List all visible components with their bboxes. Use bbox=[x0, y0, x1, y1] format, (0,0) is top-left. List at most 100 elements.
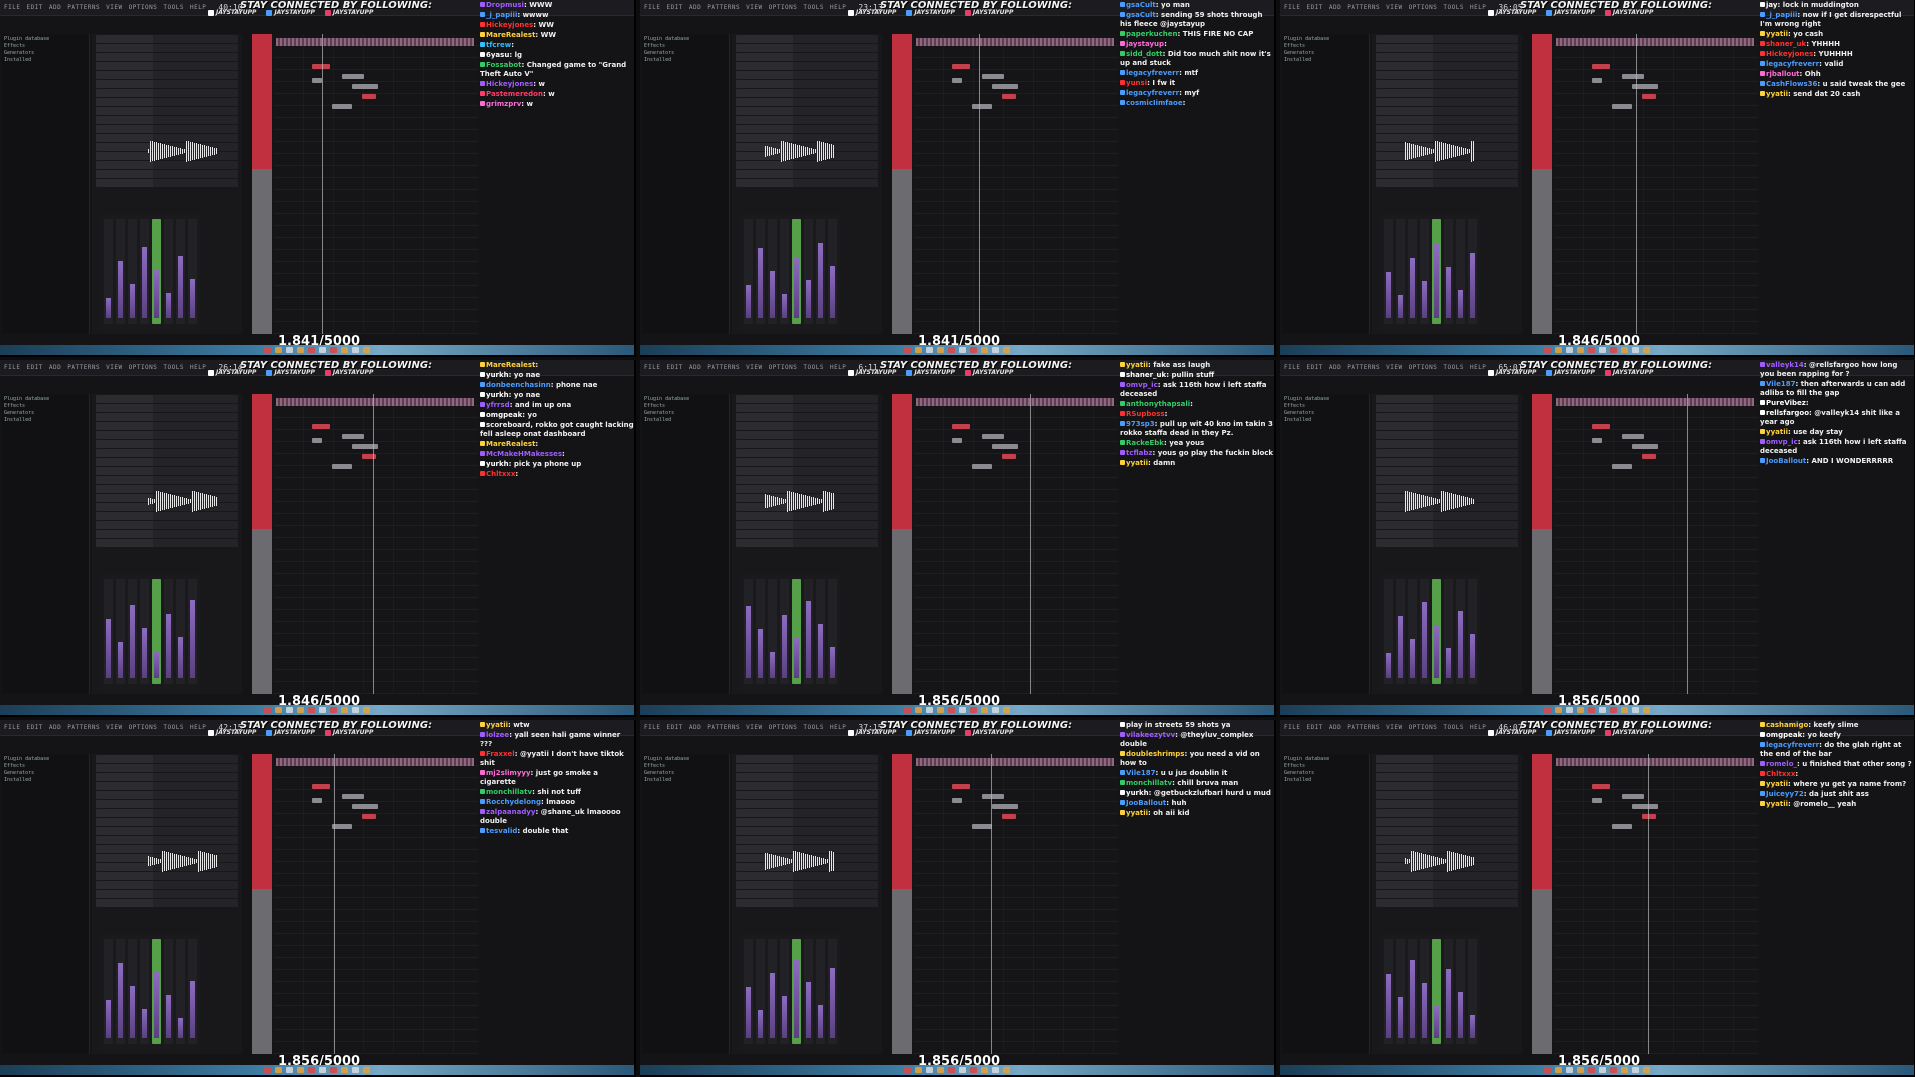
mixer-strip[interactable] bbox=[768, 579, 777, 684]
mixer-strip[interactable] bbox=[1408, 579, 1417, 684]
menu-item-file[interactable]: FILE bbox=[4, 4, 20, 11]
taskbar-app-icon[interactable] bbox=[1610, 1067, 1617, 1073]
menu-item-patterns[interactable]: PATTERNS bbox=[707, 4, 740, 11]
taskbar-app-icon[interactable] bbox=[937, 1067, 944, 1073]
channel-row[interactable] bbox=[736, 395, 878, 403]
channel-row[interactable] bbox=[736, 467, 878, 475]
browser-item[interactable]: Installed bbox=[4, 57, 87, 63]
taskbar-app-icon[interactable] bbox=[1643, 1067, 1650, 1073]
menu-item-patterns[interactable]: PATTERNS bbox=[1347, 4, 1380, 11]
menu-item-add[interactable]: ADD bbox=[1329, 364, 1341, 371]
menu-item-edit[interactable]: EDIT bbox=[666, 364, 682, 371]
browser-item[interactable]: Plugin database bbox=[4, 36, 87, 42]
taskbar-app-icon[interactable] bbox=[1566, 1067, 1573, 1073]
channel-row[interactable] bbox=[1376, 116, 1518, 124]
browser-item[interactable]: Effects bbox=[644, 763, 727, 769]
menu-item-edit[interactable]: EDIT bbox=[1306, 364, 1322, 371]
menu-item-options[interactable]: OPTIONS bbox=[769, 724, 798, 731]
menu-item-tools[interactable]: TOOLS bbox=[1443, 4, 1464, 11]
menu-item-edit[interactable]: EDIT bbox=[1306, 724, 1322, 731]
taskbar-app-icon[interactable] bbox=[1588, 707, 1595, 713]
taskbar-app-icon[interactable] bbox=[948, 347, 955, 353]
browser-item[interactable]: Generators bbox=[4, 410, 87, 416]
channel-row[interactable] bbox=[1376, 422, 1518, 430]
channel-row[interactable] bbox=[736, 881, 878, 889]
mixer-strip[interactable] bbox=[744, 939, 753, 1044]
channel-row[interactable] bbox=[736, 116, 878, 124]
audio-clip[interactable] bbox=[916, 38, 1114, 46]
channel-row[interactable] bbox=[736, 89, 878, 97]
pattern-clip[interactable] bbox=[972, 104, 992, 109]
channel-row[interactable] bbox=[96, 422, 238, 430]
channel-row[interactable] bbox=[1376, 431, 1518, 439]
channel-row[interactable] bbox=[736, 809, 878, 817]
taskbar-app-icon[interactable] bbox=[297, 707, 304, 713]
taskbar-app-icon[interactable] bbox=[1621, 347, 1628, 353]
mixer-strip[interactable] bbox=[816, 579, 825, 684]
menu-item-options[interactable]: OPTIONS bbox=[1409, 4, 1438, 11]
browser-item[interactable]: Installed bbox=[1284, 57, 1367, 63]
mixer-strip[interactable] bbox=[744, 219, 753, 324]
pattern-clip[interactable] bbox=[1642, 454, 1656, 459]
browser-item[interactable]: Effects bbox=[1284, 403, 1367, 409]
menu-item-patterns[interactable]: PATTERNS bbox=[67, 724, 100, 731]
audio-clip[interactable] bbox=[276, 398, 474, 406]
pattern-clip[interactable] bbox=[1612, 104, 1632, 109]
mixer-strip[interactable] bbox=[1444, 579, 1453, 684]
channel-row[interactable] bbox=[736, 782, 878, 790]
menu-item-patterns[interactable]: PATTERNS bbox=[707, 724, 740, 731]
mixer-strip[interactable] bbox=[756, 579, 765, 684]
browser-item[interactable]: Generators bbox=[644, 50, 727, 56]
taskbar-app-icon[interactable] bbox=[264, 1067, 271, 1073]
pattern-clip[interactable] bbox=[342, 434, 364, 439]
pattern-clip[interactable] bbox=[1622, 434, 1644, 439]
browser-item[interactable]: Installed bbox=[1284, 777, 1367, 783]
taskbar-app-icon[interactable] bbox=[1643, 707, 1650, 713]
mixer-strip[interactable] bbox=[128, 219, 137, 324]
mixer-strip[interactable] bbox=[816, 219, 825, 324]
audio-clip[interactable] bbox=[916, 398, 1114, 406]
mixer-strip[interactable] bbox=[128, 579, 137, 684]
mixer-strip[interactable] bbox=[176, 219, 185, 324]
mixer-strip[interactable] bbox=[104, 579, 113, 684]
channel-row[interactable] bbox=[96, 179, 238, 187]
pattern-clip[interactable] bbox=[1592, 78, 1602, 83]
taskbar-app-icon[interactable] bbox=[959, 347, 966, 353]
channel-row[interactable] bbox=[1376, 98, 1518, 106]
menu-item-tools[interactable]: TOOLS bbox=[1443, 724, 1464, 731]
taskbar-app-icon[interactable] bbox=[286, 707, 293, 713]
mixer-strip[interactable] bbox=[756, 939, 765, 1044]
playhead[interactable] bbox=[334, 754, 335, 1054]
menu-item-view[interactable]: VIEW bbox=[106, 724, 122, 731]
taskbar-app-icon[interactable] bbox=[1599, 347, 1606, 353]
playhead[interactable] bbox=[1636, 34, 1637, 334]
taskbar-app-icon[interactable] bbox=[308, 1067, 315, 1073]
channel-row[interactable] bbox=[1376, 413, 1518, 421]
channel-row[interactable] bbox=[96, 755, 238, 763]
taskbar-app-icon[interactable] bbox=[363, 1067, 370, 1073]
mixer-strip[interactable] bbox=[768, 939, 777, 1044]
channel-row[interactable] bbox=[96, 413, 238, 421]
pattern-clip[interactable] bbox=[992, 804, 1018, 809]
taskbar-app-icon[interactable] bbox=[308, 347, 315, 353]
mixer-strip[interactable] bbox=[828, 939, 837, 1044]
channel-row[interactable] bbox=[1376, 539, 1518, 547]
channel-row[interactable] bbox=[1376, 71, 1518, 79]
channel-row[interactable] bbox=[96, 881, 238, 889]
mixer-strip[interactable] bbox=[1432, 939, 1441, 1044]
channel-row[interactable] bbox=[736, 413, 878, 421]
channel-row[interactable] bbox=[96, 809, 238, 817]
mixer-strip[interactable] bbox=[1468, 219, 1477, 324]
taskbar-app-icon[interactable] bbox=[915, 707, 922, 713]
taskbar-app-icon[interactable] bbox=[341, 707, 348, 713]
taskbar-app-icon[interactable] bbox=[1566, 347, 1573, 353]
channel-row[interactable] bbox=[96, 98, 238, 106]
taskbar-app-icon[interactable] bbox=[1003, 347, 1010, 353]
channel-row[interactable] bbox=[96, 899, 238, 907]
mixer-strip[interactable] bbox=[816, 939, 825, 1044]
browser-item[interactable]: Plugin database bbox=[644, 756, 727, 762]
mixer-strip[interactable] bbox=[1384, 939, 1393, 1044]
browser-item[interactable]: Effects bbox=[644, 43, 727, 49]
taskbar-app-icon[interactable] bbox=[297, 1067, 304, 1073]
taskbar-app-icon[interactable] bbox=[275, 1067, 282, 1073]
